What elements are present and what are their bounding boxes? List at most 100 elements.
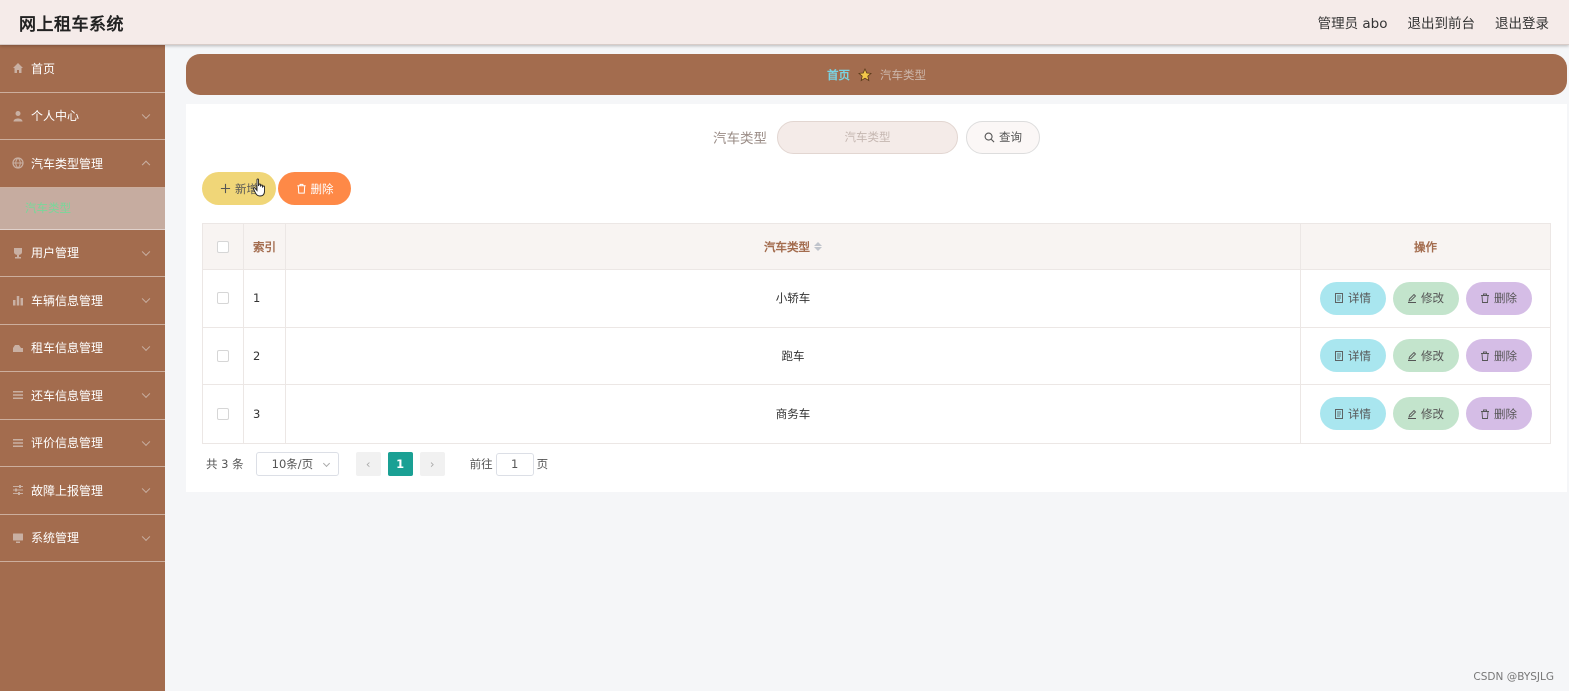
table-row: 3 商务车 详情 修改 删除 [203,385,1550,443]
header-index: 索引 [244,224,286,269]
page-number-current[interactable]: 1 [387,452,413,476]
list-icon [11,436,24,449]
sidebar-item-label: 汽车类型管理 [31,156,104,171]
trash-icon [1481,351,1489,361]
header-operations: 操作 [1414,239,1437,254]
sidebar-item-label: 个人中心 [31,109,80,124]
search-button-label: 查询 [999,130,1022,144]
row-index: 2 [244,327,286,384]
search-icon [984,132,995,142]
chevron-down-icon [141,389,151,399]
sidebar-item-personal-center[interactable]: 个人中心 [0,93,165,140]
delete-button[interactable]: 删除 [1465,281,1532,315]
document-icon [1335,293,1343,304]
detail-button[interactable]: 详情 [1319,397,1386,431]
table-row: 1 小轿车 详情 修改 删除 [203,270,1550,328]
header-car-type[interactable]: 汽车类型 [286,224,1301,269]
pagination: 共 3 条 10条/页 ‹ 1 › 前往 页 [206,452,548,476]
globe-icon [11,157,24,170]
goto-page: 前往 页 [470,452,549,476]
breadcrumb-current: 汽车类型 [880,67,926,82]
chevron-down-icon [141,294,151,304]
row-checkbox[interactable] [217,292,229,305]
sidebar-item-vehicle-info-management[interactable]: 车辆信息管理 [0,277,165,325]
header-actions: 管理员 abo 退出到前台 退出登录 [1318,12,1549,32]
edit-icon [1408,351,1417,361]
table-header: 索引 汽车类型 操作 [203,224,1550,270]
logout-link[interactable]: 退出登录 [1495,12,1549,32]
batch-delete-button[interactable]: 删除 [278,172,351,205]
edit-button[interactable]: 修改 [1392,339,1459,373]
edit-button[interactable]: 修改 [1392,281,1459,315]
row-car-type: 商务车 [286,385,1301,443]
sidebar-item-label: 首页 [31,61,56,76]
sidebar-item-fault-report-management[interactable]: 故障上报管理 [0,467,165,515]
breadcrumb-home-link[interactable]: 首页 [827,67,850,83]
back-to-front-link[interactable]: 退出到前台 [1408,12,1476,32]
plus-icon [220,183,231,194]
row-checkbox[interactable] [217,349,229,362]
chevron-down-icon [322,459,330,468]
goto-suffix: 页 [536,457,549,471]
edit-icon [1408,294,1417,304]
detail-button[interactable]: 详情 [1319,339,1386,373]
prev-page-button[interactable]: ‹ [355,452,381,476]
pagination-total: 共 3 条 [206,457,244,471]
search-bar: 汽车类型 查询 [186,120,1567,154]
sidebar-subitem-car-type[interactable]: 汽车类型 [0,187,165,230]
sidebar-item-home[interactable]: 首页 [0,45,165,93]
row-checkbox[interactable] [217,407,229,420]
list-icon [11,389,24,402]
chevron-down-icon [141,532,151,541]
breadcrumb: 首页 汽车类型 [186,54,1567,95]
sidebar-item-label: 租车信息管理 [31,341,104,356]
sidebar-item-car-type-management[interactable]: 汽车类型管理 [0,140,165,188]
sidebar-item-system-management[interactable]: 系统管理 [0,515,165,562]
sidebar-item-label: 评价信息管理 [31,436,104,451]
car-type-search-input[interactable] [777,120,958,154]
row-index: 3 [244,385,286,443]
row-checkbox-cell [203,270,244,327]
chevron-up-icon [141,160,151,170]
chevron-down-icon [141,342,151,351]
document-icon [1335,408,1343,419]
row-checkbox-cell [203,385,244,443]
car-type-table: 索引 汽车类型 操作 1 小轿车 详情 修改 删除 2 跑车 详情 修改 删除 … [202,223,1551,444]
detail-button[interactable]: 详情 [1319,281,1386,315]
next-page-button[interactable]: › [419,452,445,476]
goto-page-input[interactable] [495,452,534,476]
sort-icon[interactable] [814,242,822,251]
trash-icon [1481,293,1489,304]
chevron-down-icon [141,110,151,119]
row-operations: 详情 修改 删除 [1301,385,1550,443]
sidebar-item-user-management[interactable]: 用户管理 [0,230,165,277]
search-button[interactable]: 查询 [966,120,1040,154]
delete-button-label: 删除 [1494,406,1517,421]
delete-button[interactable]: 删除 [1465,339,1532,373]
detail-button-label: 详情 [1348,406,1371,421]
document-icon [1335,350,1343,361]
admin-user-label[interactable]: 管理员 abo [1318,12,1388,32]
sidebar-item-rental-info-management[interactable]: 租车信息管理 [0,325,165,372]
car-icon [11,341,24,354]
row-checkbox-cell [203,327,244,384]
sidebar-item-return-info-management[interactable]: 还车信息管理 [0,372,165,420]
edit-button-label: 修改 [1421,348,1444,363]
page-size-value: 10条/页 [271,457,314,471]
sliders-icon [11,484,24,497]
chevron-down-icon [141,247,151,256]
header-checkbox-cell [203,224,244,269]
page-size-select[interactable]: 10条/页 [255,452,339,476]
row-operations: 详情 修改 删除 [1301,270,1550,327]
star-icon [858,67,872,81]
row-operations: 详情 修改 删除 [1301,328,1550,385]
header-car-type-label: 汽车类型 [764,239,810,254]
top-header: 网上租车系统 管理员 abo 退出到前台 退出登录 [0,0,1569,45]
delete-button[interactable]: 删除 [1465,397,1532,431]
monitor-icon [11,531,24,544]
trash-icon [1481,409,1489,419]
sidebar-item-label: 故障上报管理 [31,483,104,498]
edit-button[interactable]: 修改 [1392,397,1459,431]
select-all-checkbox[interactable] [217,240,229,253]
sidebar-item-review-info-management[interactable]: 评价信息管理 [0,420,165,467]
